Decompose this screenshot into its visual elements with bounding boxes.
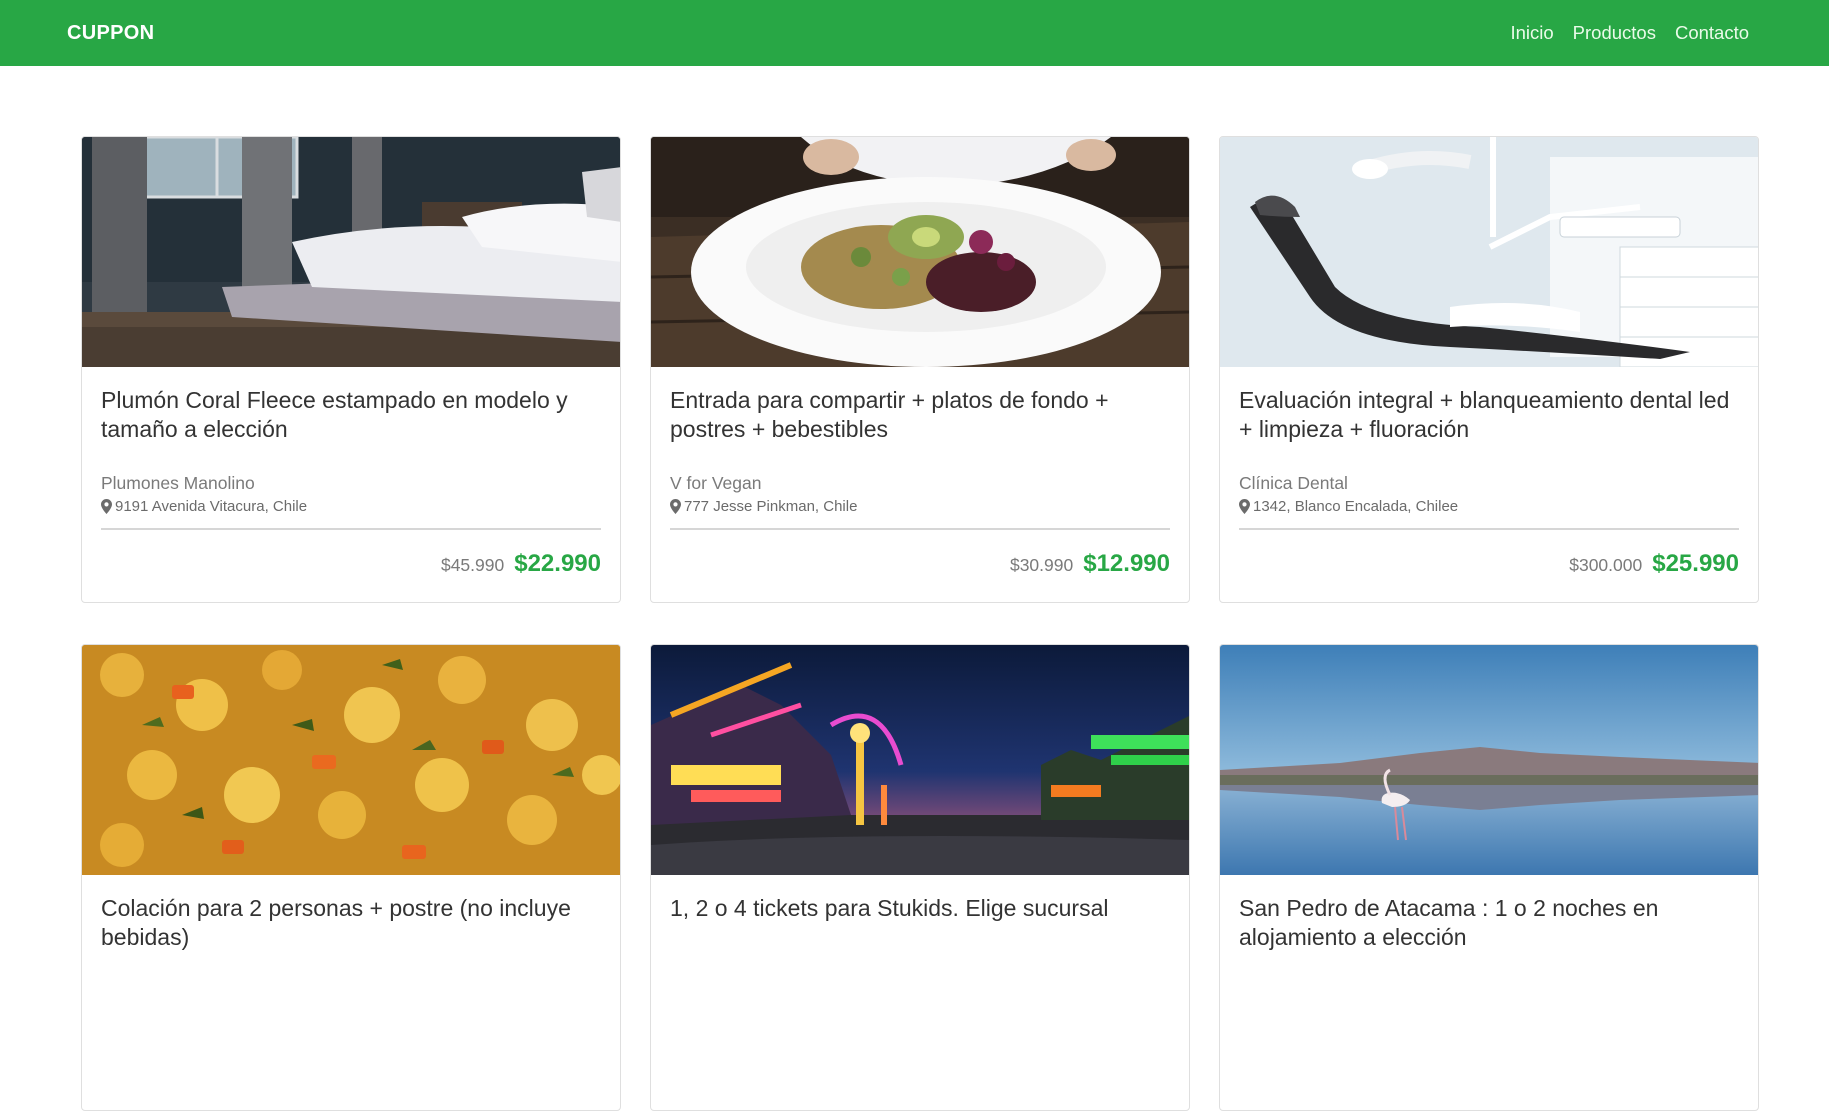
product-title[interactable]: Entrada para compartir + platos de fondo… — [670, 386, 1170, 444]
merchant-address: 777 Jesse Pinkman, Chile — [670, 498, 1170, 515]
product-grid: Plumón Coral Fleece estampado en modelo … — [81, 136, 1759, 1111]
original-price: $30.990 — [1009, 555, 1074, 575]
discount-price: $25.990 — [1652, 550, 1739, 577]
merchant-name: V for Vegan — [670, 473, 762, 493]
product-card[interactable]: 1, 2 o 4 tickets para Stukids. Elige suc… — [650, 644, 1190, 1111]
nav-link-contacto[interactable]: Contacto — [1675, 22, 1749, 44]
brand-logo[interactable]: CUPPON — [67, 22, 154, 45]
product-image-flamingo-lake[interactable] — [1220, 645, 1758, 875]
map-pin-icon — [670, 499, 681, 514]
card-divider — [1239, 528, 1739, 530]
product-card[interactable]: Entrada para compartir + platos de fondo… — [650, 136, 1190, 603]
original-price: $45.990 — [440, 555, 505, 575]
map-pin-icon — [1239, 499, 1250, 514]
product-title[interactable]: Evaluación integral + blanqueamiento den… — [1239, 386, 1739, 444]
product-title[interactable]: Colación para 2 personas + postre (no in… — [101, 894, 601, 952]
price-block: $45.990 $22.990 — [441, 550, 601, 578]
product-image-dental-chair[interactable] — [1220, 137, 1758, 367]
card-divider — [101, 528, 601, 530]
product-title[interactable]: Plumón Coral Fleece estampado en modelo … — [101, 386, 601, 444]
address-text: 9191 Avenida Vitacura, Chile — [115, 498, 308, 515]
navbar: CUPPON Inicio Productos Contacto — [0, 0, 1829, 66]
product-image-amusement-park[interactable] — [651, 645, 1189, 875]
product-image-lentil-stew[interactable] — [82, 645, 620, 875]
nav-links: Inicio Productos Contacto — [1510, 22, 1749, 44]
price-block: $300.000 $25.990 — [1569, 550, 1739, 578]
map-pin-icon — [101, 499, 112, 514]
product-image-salad-plate[interactable] — [651, 137, 1189, 367]
address-text: 777 Jesse Pinkman, Chile — [684, 498, 858, 515]
address-text: 1342, Blanco Encalada, Chilee — [1253, 498, 1459, 515]
merchant-address: 9191 Avenida Vitacura, Chile — [101, 498, 601, 515]
merchant-address: 1342, Blanco Encalada, Chilee — [1239, 498, 1739, 515]
product-title[interactable]: 1, 2 o 4 tickets para Stukids. Elige suc… — [670, 894, 1170, 952]
card-divider — [670, 528, 1170, 530]
merchant-name: Plumones Manolino — [101, 473, 255, 493]
discount-price: $22.990 — [514, 550, 601, 577]
discount-price: $12.990 — [1083, 550, 1170, 577]
product-card[interactable]: Plumón Coral Fleece estampado en modelo … — [81, 136, 621, 603]
product-title[interactable]: San Pedro de Atacama : 1 o 2 noches en a… — [1239, 894, 1739, 952]
product-card[interactable]: San Pedro de Atacama : 1 o 2 noches en a… — [1219, 644, 1759, 1111]
product-image-bedroom[interactable] — [82, 137, 620, 367]
price-block: $30.990 $12.990 — [1010, 550, 1170, 578]
product-card[interactable]: Colación para 2 personas + postre (no in… — [81, 644, 621, 1111]
nav-link-productos[interactable]: Productos — [1573, 22, 1656, 44]
merchant-name: Clínica Dental — [1239, 473, 1348, 493]
product-card[interactable]: Evaluación integral + blanqueamiento den… — [1219, 136, 1759, 603]
original-price: $300.000 — [1569, 555, 1643, 575]
nav-link-inicio[interactable]: Inicio — [1510, 22, 1553, 44]
